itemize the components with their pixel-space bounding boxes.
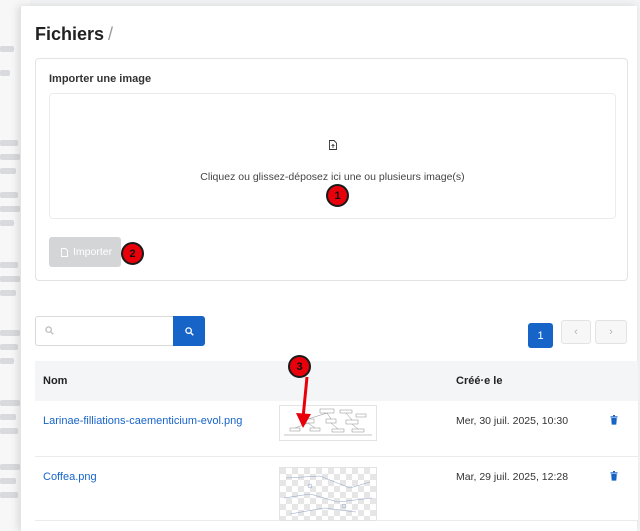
created-date: Mar, 29 juil. 2025, 12:28 xyxy=(456,471,569,483)
background-line xyxy=(0,262,18,268)
image-thumbnail[interactable] xyxy=(279,467,377,521)
background-line xyxy=(0,154,20,160)
background-line xyxy=(0,400,20,406)
background-line xyxy=(0,414,16,420)
trash-icon[interactable] xyxy=(610,415,618,425)
background-line xyxy=(0,192,18,198)
search-button[interactable] xyxy=(173,316,205,346)
background-line xyxy=(0,206,20,212)
pagination-next-button[interactable]: › xyxy=(595,320,627,344)
background-line xyxy=(0,358,14,364)
search-input[interactable] xyxy=(35,316,173,346)
background-line xyxy=(0,220,14,226)
breadcrumb-separator: / xyxy=(108,24,114,44)
created-date: Mer, 30 juil. 2025, 10:30 xyxy=(456,415,569,427)
background-line xyxy=(0,290,16,296)
file-upload-icon xyxy=(329,140,337,150)
import-button-label: Importer xyxy=(73,246,113,258)
annotation-marker-3: 3 xyxy=(288,355,311,378)
pagination-prev-button[interactable]: ‹ xyxy=(561,320,591,344)
background-line xyxy=(0,330,20,336)
page-title: Fichiers / xyxy=(35,24,113,45)
trash-icon[interactable] xyxy=(610,471,618,481)
column-header-name: Nom xyxy=(43,375,68,387)
dropzone-text: Cliquez ou glissez-déposez ici une ou pl… xyxy=(200,171,465,183)
column-header-created: Créé·e le xyxy=(456,375,503,387)
page-title-text: Fichiers xyxy=(35,24,105,44)
annotation-marker-2: 2 xyxy=(121,242,144,265)
background-line xyxy=(0,70,10,76)
search-icon xyxy=(184,326,194,336)
background-line xyxy=(0,140,18,146)
table-row: Coffea.png Mar, 29 juil. 2025, 12:28 xyxy=(35,457,638,521)
table-row: Larinae-filliations-caementicium-evol.pn… xyxy=(35,401,638,457)
background-line xyxy=(0,492,18,498)
upload-label: Importer une image xyxy=(49,73,152,85)
search-icon xyxy=(45,326,54,335)
background-line xyxy=(0,276,20,282)
file-name-link[interactable]: Coffea.png xyxy=(43,471,97,483)
image-thumbnail[interactable] xyxy=(279,405,377,441)
files-panel: Fichiers / Importer une image Cliquez ou … xyxy=(20,6,638,531)
background-line xyxy=(0,168,16,174)
background-line xyxy=(0,428,18,434)
background-line xyxy=(0,46,14,52)
background-line xyxy=(0,344,18,350)
file-icon xyxy=(61,247,68,257)
background-line xyxy=(0,478,16,484)
import-button[interactable]: Importer xyxy=(49,237,121,267)
arrow-icon xyxy=(296,376,311,428)
table-header: Nom Créé·e le xyxy=(35,361,638,401)
annotation-marker-1: 1 xyxy=(326,184,349,207)
file-name-link[interactable]: Larinae-filliations-caementicium-evol.pn… xyxy=(43,415,242,427)
background-line xyxy=(0,464,20,470)
pagination-page-1[interactable]: 1 xyxy=(528,323,553,348)
checkerboard-thumbnail-icon xyxy=(280,468,376,520)
